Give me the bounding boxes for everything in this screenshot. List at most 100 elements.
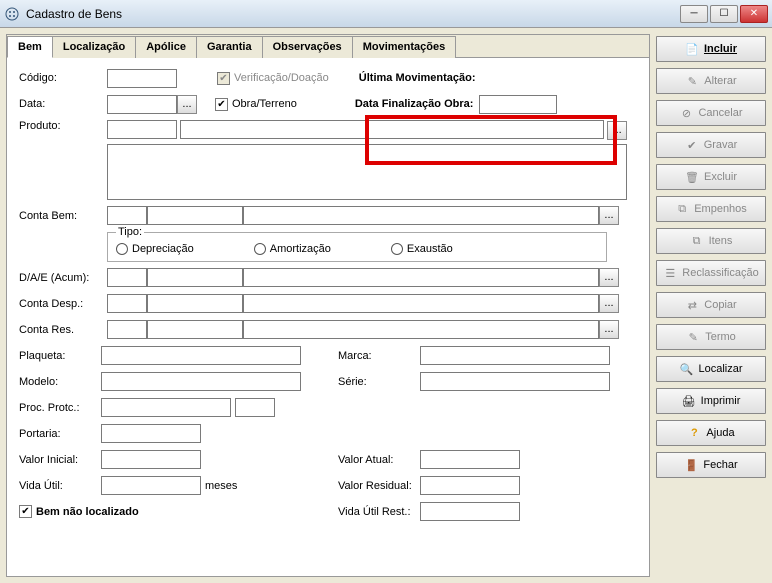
tab-observacoes[interactable]: Observações	[262, 36, 353, 58]
bem-nao-localizado-checkbox[interactable]: ✔	[19, 505, 32, 518]
help-icon: ?	[687, 426, 701, 440]
radio-exaustao[interactable]: Exaustão	[391, 243, 453, 255]
produto-code-input[interactable]	[107, 120, 177, 139]
conta-desp-lookup[interactable]: ...	[599, 294, 619, 313]
label-vida-util-rest: Vida Útil Rest.:	[338, 506, 420, 518]
produto-desc-input[interactable]	[180, 120, 604, 139]
ajuda-button[interactable]: ?Ajuda	[656, 420, 766, 446]
alterar-button[interactable]: ✎Alterar	[656, 68, 766, 94]
dae-code[interactable]	[107, 268, 147, 287]
marca-input[interactable]	[420, 346, 610, 365]
dae-desc[interactable]	[243, 268, 599, 287]
empenhos-button[interactable]: ⧉Empenhos	[656, 196, 766, 222]
dae-lookup[interactable]: ...	[599, 268, 619, 287]
valor-atual-input[interactable]	[420, 450, 520, 469]
conta-desp-mask[interactable]: __.__.__.__	[147, 294, 243, 313]
label-ultima-mov: Última Movimentação:	[359, 72, 476, 84]
label-serie: Série:	[338, 376, 420, 388]
exit-icon: 🚪	[684, 458, 698, 472]
new-icon: 📄	[685, 42, 699, 56]
copy-icon: ⇄	[685, 298, 699, 312]
excluir-button[interactable]: 🗑Excluir	[656, 164, 766, 190]
incluir-button[interactable]: 📄Incluir	[656, 36, 766, 62]
imprimir-button[interactable]: 🖨Imprimir	[656, 388, 766, 414]
tab-garantia[interactable]: Garantia	[196, 36, 263, 58]
label-conta-bem: Conta Bem:	[19, 210, 107, 222]
conta-res-desc[interactable]	[243, 320, 599, 339]
tab-apolice[interactable]: Apólice	[135, 36, 197, 58]
plaqueta-input[interactable]	[101, 346, 301, 365]
conta-bem-code[interactable]	[107, 206, 147, 225]
dae-mask[interactable]: __.__.__.__	[147, 268, 243, 287]
radio-depreciacao[interactable]: Depreciação	[116, 243, 194, 255]
label-data-finalizacao: Data Finalização Obra:	[355, 98, 474, 110]
trash-icon: 🗑	[685, 170, 699, 184]
conta-bem-desc[interactable]	[243, 206, 599, 225]
data-picker-button[interactable]: ...	[177, 95, 197, 114]
radio-amortizacao[interactable]: Amortização	[254, 243, 331, 255]
label-valor-inicial: Valor Inicial:	[19, 454, 101, 466]
conta-bem-lookup[interactable]: ...	[599, 206, 619, 225]
label-produto: Produto:	[19, 120, 107, 132]
label-portaria: Portaria:	[19, 428, 101, 440]
conta-res-code[interactable]	[107, 320, 147, 339]
tree-icon: ⧉	[675, 202, 689, 216]
gravar-button[interactable]: ✔Gravar	[656, 132, 766, 158]
close-button[interactable]: ✕	[740, 5, 768, 23]
tab-localizacao[interactable]: Localização	[52, 36, 136, 58]
fechar-button[interactable]: 🚪Fechar	[656, 452, 766, 478]
valor-residual-input[interactable]	[420, 476, 520, 495]
label-dae: D/A/E (Acum):	[19, 272, 107, 284]
proc-protc-input2[interactable]	[235, 398, 275, 417]
label-tipo: Tipo:	[116, 226, 144, 238]
conta-bem-mask[interactable]: __.__.__.__	[147, 206, 243, 225]
itens-button[interactable]: ⧉Itens	[656, 228, 766, 254]
label-marca: Marca:	[338, 350, 420, 362]
data-finalizacao-input[interactable]	[479, 95, 557, 114]
tab-bem[interactable]: Bem	[7, 36, 53, 58]
list-icon: ☰	[663, 266, 677, 280]
maximize-button[interactable]: ☐	[710, 5, 738, 23]
label-valor-residual: Valor Residual:	[338, 480, 420, 492]
edit-icon: ✎	[685, 74, 699, 88]
cancelar-button[interactable]: ⊘Cancelar	[656, 100, 766, 126]
verificacao-checkbox: ✔	[217, 72, 230, 85]
conta-res-mask[interactable]: __.__.__.__	[147, 320, 243, 339]
label-verificacao: Verificação/Doação	[234, 72, 329, 84]
tab-movimentacoes[interactable]: Movimentações	[352, 36, 457, 58]
proc-protc-input1[interactable]	[101, 398, 231, 417]
titlebar: Cadastro de Bens ─ ☐ ✕	[0, 0, 772, 28]
label-data: Data:	[19, 98, 107, 110]
app-icon	[4, 6, 20, 22]
vida-util-rest-input[interactable]	[420, 502, 520, 521]
conta-desp-code[interactable]	[107, 294, 147, 313]
produto-textarea[interactable]	[107, 144, 627, 200]
cancel-icon: ⊘	[679, 106, 693, 120]
tabs: Bem Localização Apólice Garantia Observa…	[7, 35, 649, 58]
label-bem-nao: Bem não localizado	[36, 506, 139, 518]
produto-lookup-button[interactable]: ...	[607, 121, 627, 140]
reclassificacao-button[interactable]: ☰Reclassificação	[656, 260, 766, 286]
valor-inicial-input[interactable]	[101, 450, 201, 469]
obra-checkbox[interactable]: ✔	[215, 98, 228, 111]
vida-util-input[interactable]	[101, 476, 201, 495]
minimize-button[interactable]: ─	[680, 5, 708, 23]
label-obra: Obra/Terreno	[232, 98, 297, 110]
conta-res-lookup[interactable]: ...	[599, 320, 619, 339]
copiar-button[interactable]: ⇄Copiar	[656, 292, 766, 318]
label-plaqueta: Plaqueta:	[19, 350, 101, 362]
side-buttons: 📄Incluir ✎Alterar ⊘Cancelar ✔Gravar 🗑Exc…	[656, 34, 766, 577]
label-conta-res: Conta Res.	[19, 324, 107, 336]
codigo-input[interactable]	[107, 69, 177, 88]
modelo-input[interactable]	[101, 372, 301, 391]
conta-desp-desc[interactable]	[243, 294, 599, 313]
label-vida-util: Vida Útil:	[19, 480, 101, 492]
label-meses: meses	[205, 480, 237, 492]
serie-input[interactable]	[420, 372, 610, 391]
portaria-input[interactable]	[101, 424, 201, 443]
termo-button[interactable]: ✎Termo	[656, 324, 766, 350]
search-icon: 🔍	[679, 362, 693, 376]
data-input[interactable]	[107, 95, 177, 114]
localizar-button[interactable]: 🔍Localizar	[656, 356, 766, 382]
tipo-fieldset: Tipo: Depreciação Amortização Exaustão	[107, 232, 607, 262]
